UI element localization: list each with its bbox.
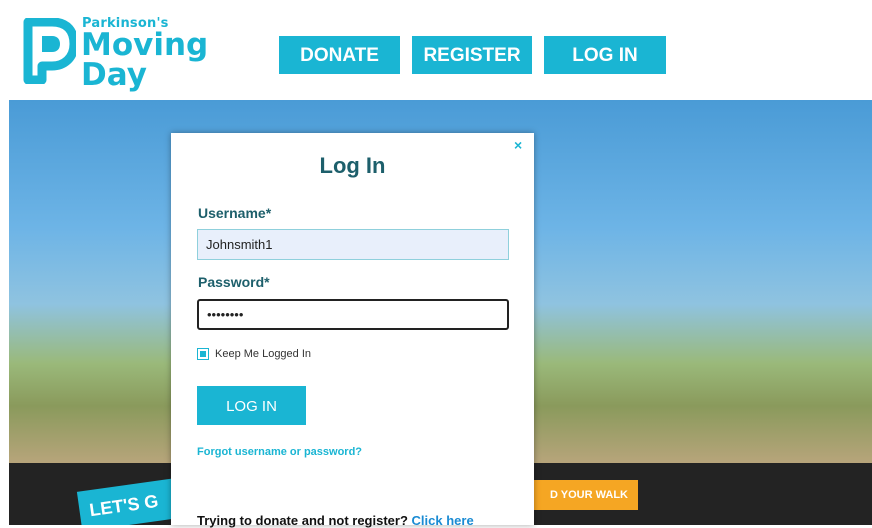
forgot-credentials-link[interactable]: Forgot username or password? (197, 446, 362, 458)
password-label: Password* (198, 274, 270, 290)
donate-prompt: Trying to donate and not register? Click… (197, 513, 474, 528)
donate-prompt-text: Trying to donate and not register? (197, 513, 408, 528)
login-nav-button[interactable]: LOG IN (544, 36, 666, 74)
checkbox-check-icon (200, 351, 206, 357)
donate-click-here-link[interactable]: Click here (412, 513, 474, 528)
donate-button[interactable]: DONATE (279, 36, 400, 74)
keep-logged-in-checkbox[interactable] (197, 348, 209, 360)
modal-title: Log In (319, 153, 386, 178)
parkinsons-moving-day-logo[interactable]: Parkinson's Moving Day (22, 14, 208, 93)
register-button[interactable]: REGISTER (412, 36, 532, 74)
find-your-walk-button[interactable]: D YOUR WALK (528, 480, 638, 510)
logo-text-day: Day (81, 57, 147, 93)
username-label: Username* (198, 205, 272, 221)
login-modal: × Log In Username* Password* Keep Me Log… (171, 133, 534, 528)
username-input[interactable] (197, 229, 509, 260)
site-header: Parkinson's Moving Day DONATE REGISTER L… (0, 0, 872, 100)
close-icon[interactable]: × (514, 137, 522, 153)
password-input[interactable] (197, 299, 509, 330)
keep-logged-in-label: Keep Me Logged In (215, 348, 312, 360)
logo-p-icon (23, 18, 76, 84)
login-submit-button[interactable]: LOG IN (197, 386, 306, 425)
